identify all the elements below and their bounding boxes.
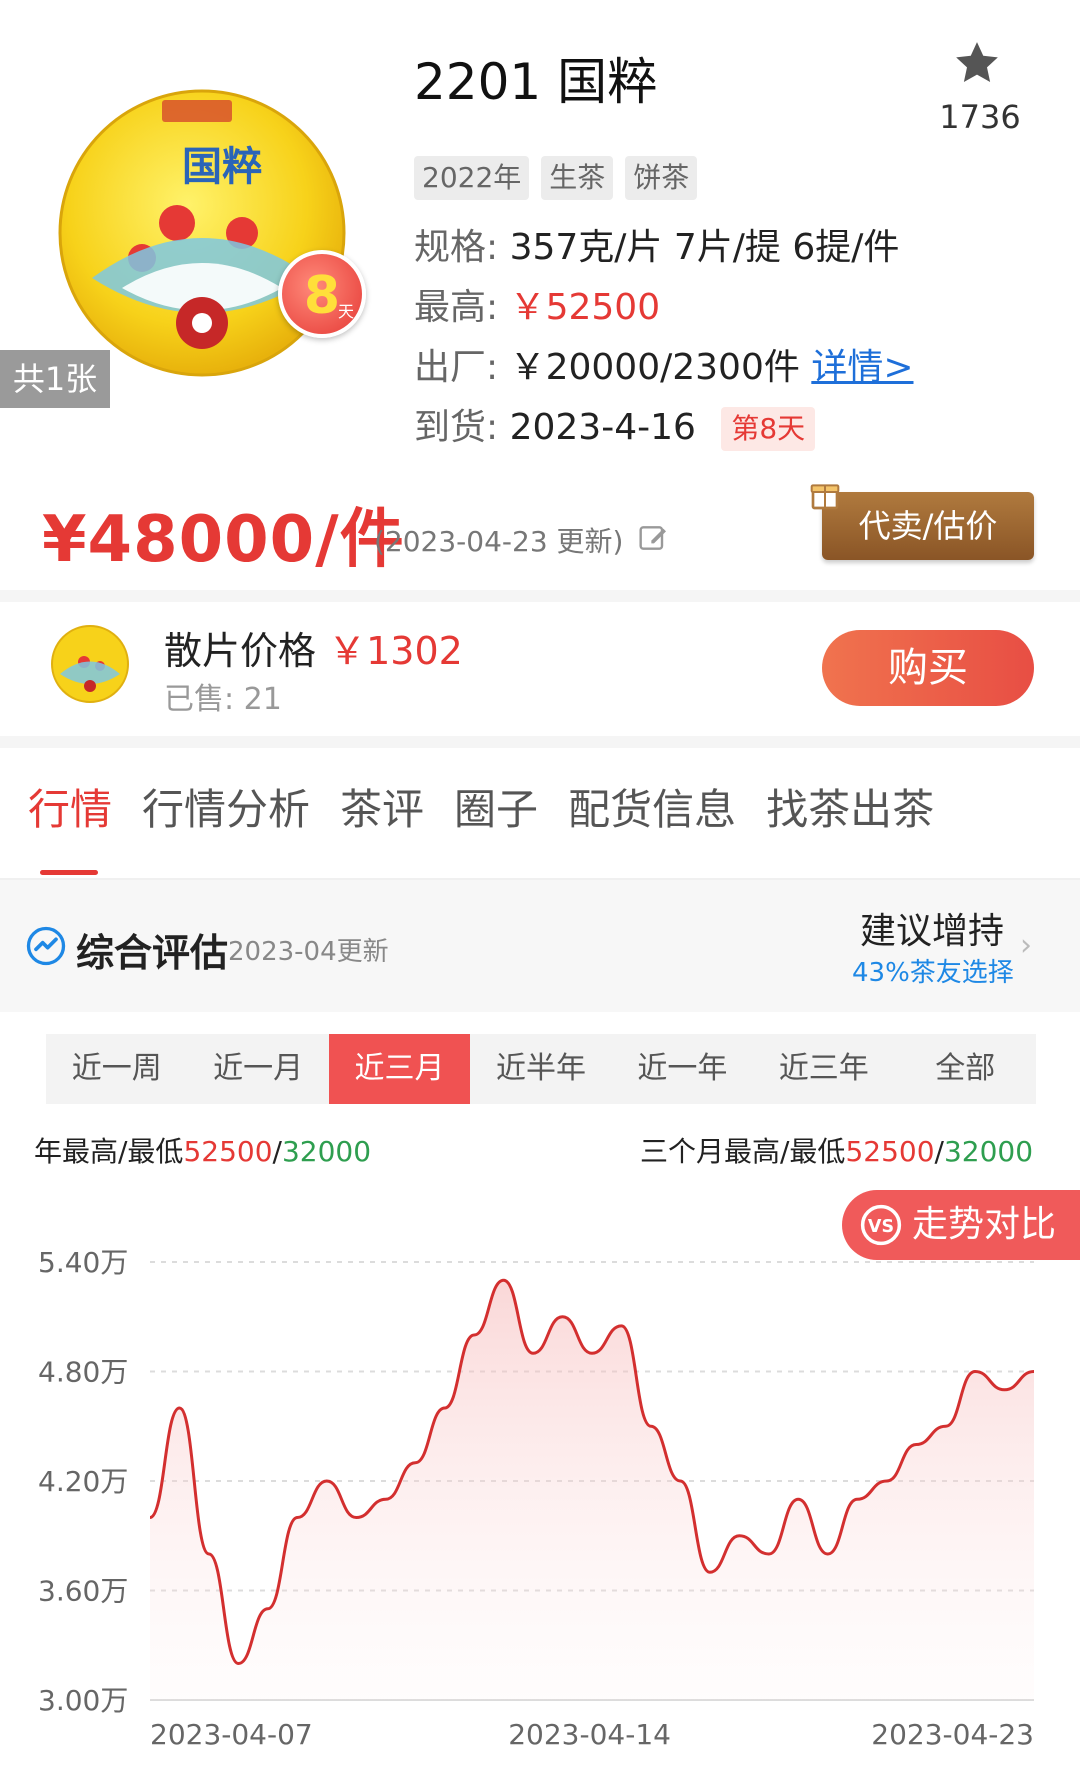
year-range: 年最高/最低52500/32000 bbox=[34, 1130, 371, 1170]
period-half-year[interactable]: 近半年 bbox=[470, 1034, 611, 1104]
three-month-sep: / bbox=[934, 1135, 944, 1168]
section-divider bbox=[0, 736, 1080, 748]
spec-label: 规格: bbox=[414, 227, 499, 268]
bulk-price-row: 散片价格 ￥1302 bbox=[164, 620, 463, 675]
y-tick-label: 3.00万 bbox=[38, 1684, 128, 1717]
star-icon[interactable] bbox=[952, 38, 1002, 88]
tab-circle[interactable]: 圈子 bbox=[454, 776, 538, 837]
arrival-row: 到货: 2023-4-16 第8天 bbox=[414, 398, 816, 451]
y-tick-label: 4.80万 bbox=[38, 1356, 128, 1389]
spec-value: 357克/片 7片/提 6提/件 bbox=[509, 227, 900, 268]
trend-icon bbox=[26, 926, 66, 966]
year-high: 52500 bbox=[183, 1135, 273, 1168]
main-price: ¥48000/件 bbox=[42, 503, 405, 577]
section-divider bbox=[0, 590, 1080, 602]
buy-button[interactable]: 购买 bbox=[822, 630, 1034, 706]
favorite-count: 1736 bbox=[939, 98, 1021, 136]
year-range-label: 年最高/最低 bbox=[34, 1135, 184, 1168]
vs-icon: VS bbox=[860, 1204, 902, 1246]
tag-year: 2022年 bbox=[414, 156, 530, 200]
spec-row: 规格: 357克/片 7片/提 6提/件 bbox=[414, 218, 899, 270]
svg-text:VS: VS bbox=[868, 1217, 894, 1237]
high-label: 最高: bbox=[414, 287, 499, 328]
price-trend-chart[interactable]: 5.40万 4.80万 4.20万 3.60万 3.00万 2023-04-07 2023-… bbox=[0, 1230, 1080, 1772]
bulk-price-value: ￥1302 bbox=[328, 629, 463, 673]
tab-reviews[interactable]: 茶评 bbox=[340, 776, 424, 837]
evaluation-advice: 建议增持 bbox=[860, 911, 1005, 952]
x-tick-label: 2023-04-07 bbox=[150, 1718, 313, 1751]
day-count-badge: 8 天 bbox=[278, 250, 366, 338]
period-selector: 近一周 近一月 近三月 近半年 近一年 近三年 全部 bbox=[46, 1034, 1036, 1104]
high-value: ￥52500 bbox=[509, 287, 661, 328]
detail-link[interactable]: 详情> bbox=[811, 347, 913, 388]
y-tick-label: 5.40万 bbox=[38, 1246, 128, 1279]
high-row: 最高: ￥52500 bbox=[414, 278, 660, 330]
bulk-thumbnail[interactable] bbox=[50, 624, 130, 704]
period-year[interactable]: 近一年 bbox=[612, 1034, 753, 1104]
chevron-right-icon: › bbox=[1020, 928, 1032, 963]
factory-row: 出厂: ￥20000/2300件 详情> bbox=[414, 338, 914, 390]
year-sep: / bbox=[272, 1135, 282, 1168]
product-title: 2201 国粹 bbox=[414, 53, 658, 111]
three-month-range-label: 三个月最高/最低 bbox=[640, 1135, 846, 1168]
year-low: 32000 bbox=[281, 1135, 372, 1168]
tab-market-analysis[interactable]: 行情分析 bbox=[142, 776, 310, 837]
y-tick-label: 4.20万 bbox=[38, 1465, 128, 1498]
edit-icon[interactable] bbox=[638, 522, 670, 554]
evaluation-title: 综合评估 bbox=[76, 931, 229, 975]
evaluation-date: 2023-04更新 bbox=[228, 937, 389, 967]
x-tick-label: 2023-04-23 bbox=[871, 1718, 1034, 1751]
x-tick-label: 2023-04-14 bbox=[508, 1718, 671, 1751]
evaluation-percent: 43%茶友选择 bbox=[852, 958, 1014, 988]
three-month-range: 三个月最高/最低52500/32000 bbox=[640, 1130, 1033, 1170]
arrival-label: 到货: bbox=[414, 407, 499, 448]
price-update-note: (2023-04-23 更新) bbox=[374, 525, 624, 558]
arrival-value: 2023-4-16 bbox=[509, 407, 696, 448]
three-month-high: 52500 bbox=[845, 1135, 935, 1168]
period-month[interactable]: 近一月 bbox=[187, 1034, 328, 1104]
tag-list: 2022年 生茶 饼茶 bbox=[414, 156, 698, 200]
period-all[interactable]: 全部 bbox=[895, 1034, 1036, 1104]
consign-estimate-button[interactable]: 代卖/估价 bbox=[822, 492, 1034, 560]
bulk-price-label: 散片价格 bbox=[164, 629, 317, 673]
factory-label: 出厂: bbox=[414, 347, 499, 388]
tag-form: 饼茶 bbox=[625, 156, 698, 200]
arrival-day-flag: 第8天 bbox=[721, 407, 816, 451]
tab-bar: 行情 行情分析 茶评 圈子 配货信息 找茶出茶 bbox=[28, 776, 934, 837]
tag-type: 生茶 bbox=[541, 156, 614, 200]
sold-count: 已售: 21 bbox=[164, 682, 282, 717]
tab-allocation[interactable]: 配货信息 bbox=[568, 776, 736, 837]
tab-market[interactable]: 行情 bbox=[28, 776, 112, 837]
tab-trade[interactable]: 找茶出茶 bbox=[766, 776, 934, 837]
period-three-years[interactable]: 近三年 bbox=[753, 1034, 894, 1104]
box-icon bbox=[810, 484, 840, 510]
factory-value: ￥20000/2300件 bbox=[509, 347, 800, 388]
period-three-months[interactable]: 近三月 bbox=[328, 1034, 471, 1104]
three-month-low: 32000 bbox=[943, 1135, 1034, 1168]
image-count-badge: 共1张 bbox=[0, 350, 110, 408]
price-area bbox=[150, 1280, 1034, 1700]
period-week[interactable]: 近一周 bbox=[46, 1034, 187, 1104]
y-tick-label: 3.60万 bbox=[38, 1575, 128, 1608]
active-tab-indicator bbox=[40, 870, 98, 875]
svg-text:国粹: 国粹 bbox=[182, 143, 262, 190]
